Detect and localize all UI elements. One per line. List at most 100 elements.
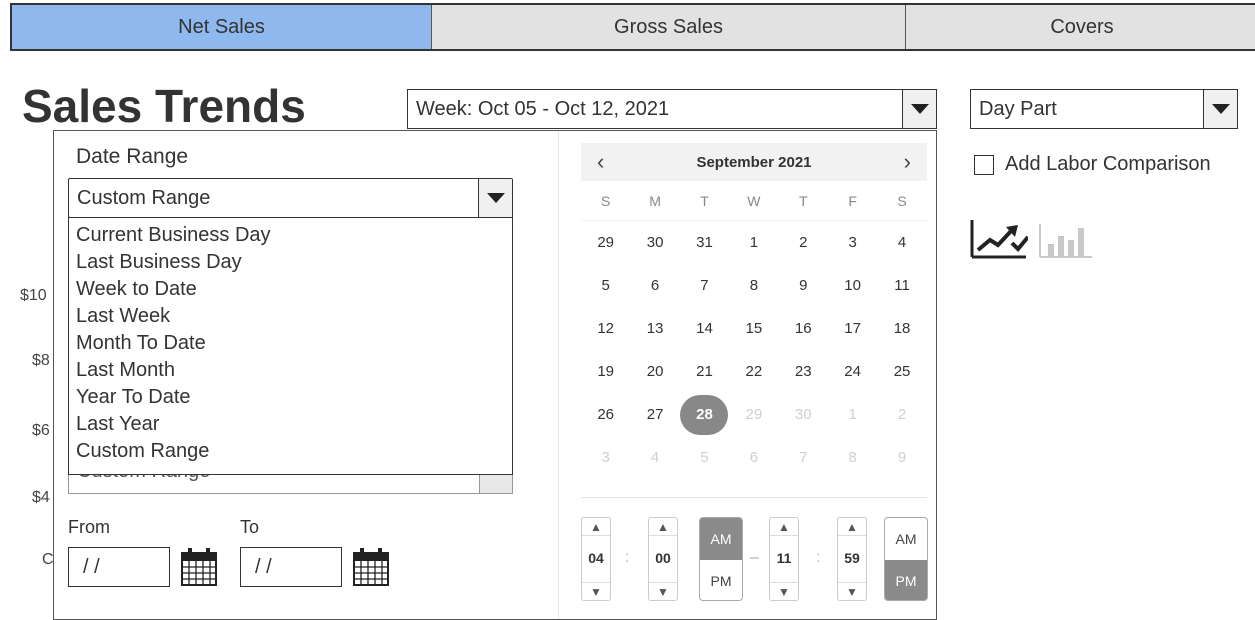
calendar-day[interactable]: 12 — [581, 309, 630, 349]
calendar-icon[interactable] — [180, 547, 218, 587]
end-ampm-toggle[interactable]: AM PM — [884, 517, 928, 601]
calendar-day[interactable]: 6 — [729, 438, 778, 478]
calendar-day[interactable]: 5 — [581, 266, 630, 306]
calendar-day[interactable]: 19 — [581, 352, 630, 392]
date-range-option-current-business-day[interactable]: Current Business Day — [76, 222, 512, 249]
calendar-day[interactable]: 7 — [680, 266, 729, 306]
calendar-icon[interactable] — [352, 547, 390, 587]
end-pm-option[interactable]: PM — [885, 560, 927, 600]
calendar-month-label: September 2021 — [696, 153, 812, 171]
date-range-select[interactable]: Custom Range — [68, 178, 513, 218]
panel-divider — [558, 131, 559, 619]
chevron-down-icon[interactable]: ▼ — [838, 582, 866, 600]
labor-comparison-checkbox[interactable] — [974, 154, 994, 175]
date-range-option-last-week[interactable]: Last Week — [76, 303, 512, 330]
calendar-day[interactable]: 4 — [877, 223, 926, 263]
prev-month-button[interactable]: ‹ — [597, 149, 604, 175]
calendar-day[interactable]: 8 — [828, 438, 877, 478]
calendar-day[interactable]: 18 — [877, 309, 926, 349]
date-range-panel: Date Range Custom Range Custom Range Cur… — [53, 130, 937, 620]
chevron-up-icon[interactable]: ▲ — [649, 518, 677, 536]
chevron-down-icon[interactable]: ▼ — [649, 582, 677, 600]
calendar-week: 26 27 28 29 30 1 2 — [581, 393, 927, 436]
date-range-option-week-to-date[interactable]: Week to Date — [76, 276, 512, 303]
weekday-label: M — [649, 192, 661, 209]
calendar-day[interactable]: 14 — [680, 309, 729, 349]
date-range-select-value: Custom Range — [77, 186, 211, 209]
time-colon: : — [625, 549, 630, 566]
date-range-option-year-to-date[interactable]: Year To Date — [76, 384, 512, 411]
calendar-day[interactable]: 20 — [630, 352, 679, 392]
chevron-up-icon[interactable]: ▲ — [582, 518, 610, 536]
date-range-option-last-year[interactable]: Last Year — [76, 411, 512, 438]
start-ampm-toggle[interactable]: AM PM — [699, 517, 743, 601]
calendar-day[interactable]: 11 — [877, 266, 926, 306]
start-am-option[interactable]: AM — [700, 518, 742, 560]
calendar-day[interactable]: 26 — [581, 395, 630, 435]
calendar-day[interactable]: 2 — [877, 395, 926, 435]
calendar-day[interactable]: 21 — [680, 352, 729, 392]
calendar-day[interactable]: 6 — [630, 266, 679, 306]
tab-covers[interactable]: Covers — [906, 5, 1255, 49]
calendar-day[interactable]: 22 — [729, 352, 778, 392]
calendar-day[interactable]: 28 — [680, 394, 729, 435]
bar-chart-icon[interactable] — [1038, 216, 1094, 260]
date-range-dropdown-button[interactable] — [478, 179, 512, 217]
to-date-input[interactable]: / / — [240, 547, 342, 587]
week-select-dropdown-button[interactable] — [902, 90, 936, 128]
calendar-day[interactable]: 30 — [779, 395, 828, 435]
date-range-option-last-business-day[interactable]: Last Business Day — [76, 249, 512, 276]
calendar-day[interactable]: 3 — [828, 223, 877, 263]
calendar-day[interactable]: 3 — [581, 438, 630, 478]
next-month-button[interactable]: › — [904, 149, 911, 175]
calendar-day[interactable]: 9 — [779, 266, 828, 306]
tab-gross-sales[interactable]: Gross Sales — [432, 5, 906, 49]
date-range-option-last-month[interactable]: Last Month — [76, 357, 512, 384]
date-range-ghost-button — [479, 472, 512, 493]
calendar-day[interactable]: 17 — [828, 309, 877, 349]
chevron-down-icon[interactable]: ▼ — [582, 582, 610, 600]
calendar-day[interactable]: 1 — [828, 395, 877, 435]
end-minute-value: 59 — [844, 550, 860, 566]
calendar-day[interactable]: 15 — [729, 309, 778, 349]
check-icon — [1010, 235, 1028, 252]
week-select[interactable]: Week: Oct 05 - Oct 12, 2021 — [407, 89, 937, 129]
calendar-day[interactable]: 10 — [828, 266, 877, 306]
start-hour-spinner[interactable]: ▲ 04 ▼ — [581, 517, 611, 601]
calendar-day[interactable]: 27 — [630, 395, 679, 435]
calendar-day[interactable]: 7 — [779, 438, 828, 478]
end-am-option[interactable]: AM — [885, 518, 927, 560]
calendar-day[interactable]: 8 — [729, 266, 778, 306]
start-minute-spinner[interactable]: ▲ 00 ▼ — [648, 517, 678, 601]
day-part-dropdown-button[interactable] — [1203, 90, 1237, 128]
calendar-day[interactable]: 16 — [779, 309, 828, 349]
from-label: From — [68, 517, 110, 537]
chevron-up-icon[interactable]: ▲ — [838, 518, 866, 536]
day-part-select[interactable]: Day Part — [970, 89, 1238, 129]
chevron-down-icon[interactable]: ▼ — [770, 582, 798, 600]
from-date-input[interactable]: / / — [68, 547, 170, 587]
date-range-option-month-to-date[interactable]: Month To Date — [76, 330, 512, 357]
add-labor-comparison[interactable]: Add Labor Comparison — [974, 153, 1211, 176]
chevron-up-icon[interactable]: ▲ — [770, 518, 798, 536]
calendar-day[interactable]: 5 — [680, 438, 729, 478]
line-chart-icon[interactable] — [970, 216, 1028, 260]
date-range-option-custom-range[interactable]: Custom Range — [76, 438, 512, 465]
calendar-day[interactable]: 1 — [729, 223, 778, 263]
calendar-day[interactable]: 9 — [877, 438, 926, 478]
calendar-day[interactable]: 31 — [680, 223, 729, 263]
calendar-day[interactable]: 29 — [729, 395, 778, 435]
tab-net-sales[interactable]: Net Sales — [12, 5, 432, 49]
calendar-day[interactable]: 24 — [828, 352, 877, 392]
end-minute-spinner[interactable]: ▲ 59 ▼ — [837, 517, 867, 601]
calendar-day[interactable]: 4 — [630, 438, 679, 478]
calendar-day[interactable]: 2 — [779, 223, 828, 263]
end-hour-spinner[interactable]: ▲ 11 ▼ — [769, 517, 799, 601]
calendar-day[interactable]: 29 — [581, 223, 630, 263]
start-pm-option[interactable]: PM — [700, 560, 742, 600]
calendar-day[interactable]: 13 — [630, 309, 679, 349]
selected-day[interactable]: 28 — [680, 394, 729, 435]
calendar-day[interactable]: 23 — [779, 352, 828, 392]
calendar-day[interactable]: 30 — [630, 223, 679, 263]
calendar-day[interactable]: 25 — [877, 352, 926, 392]
